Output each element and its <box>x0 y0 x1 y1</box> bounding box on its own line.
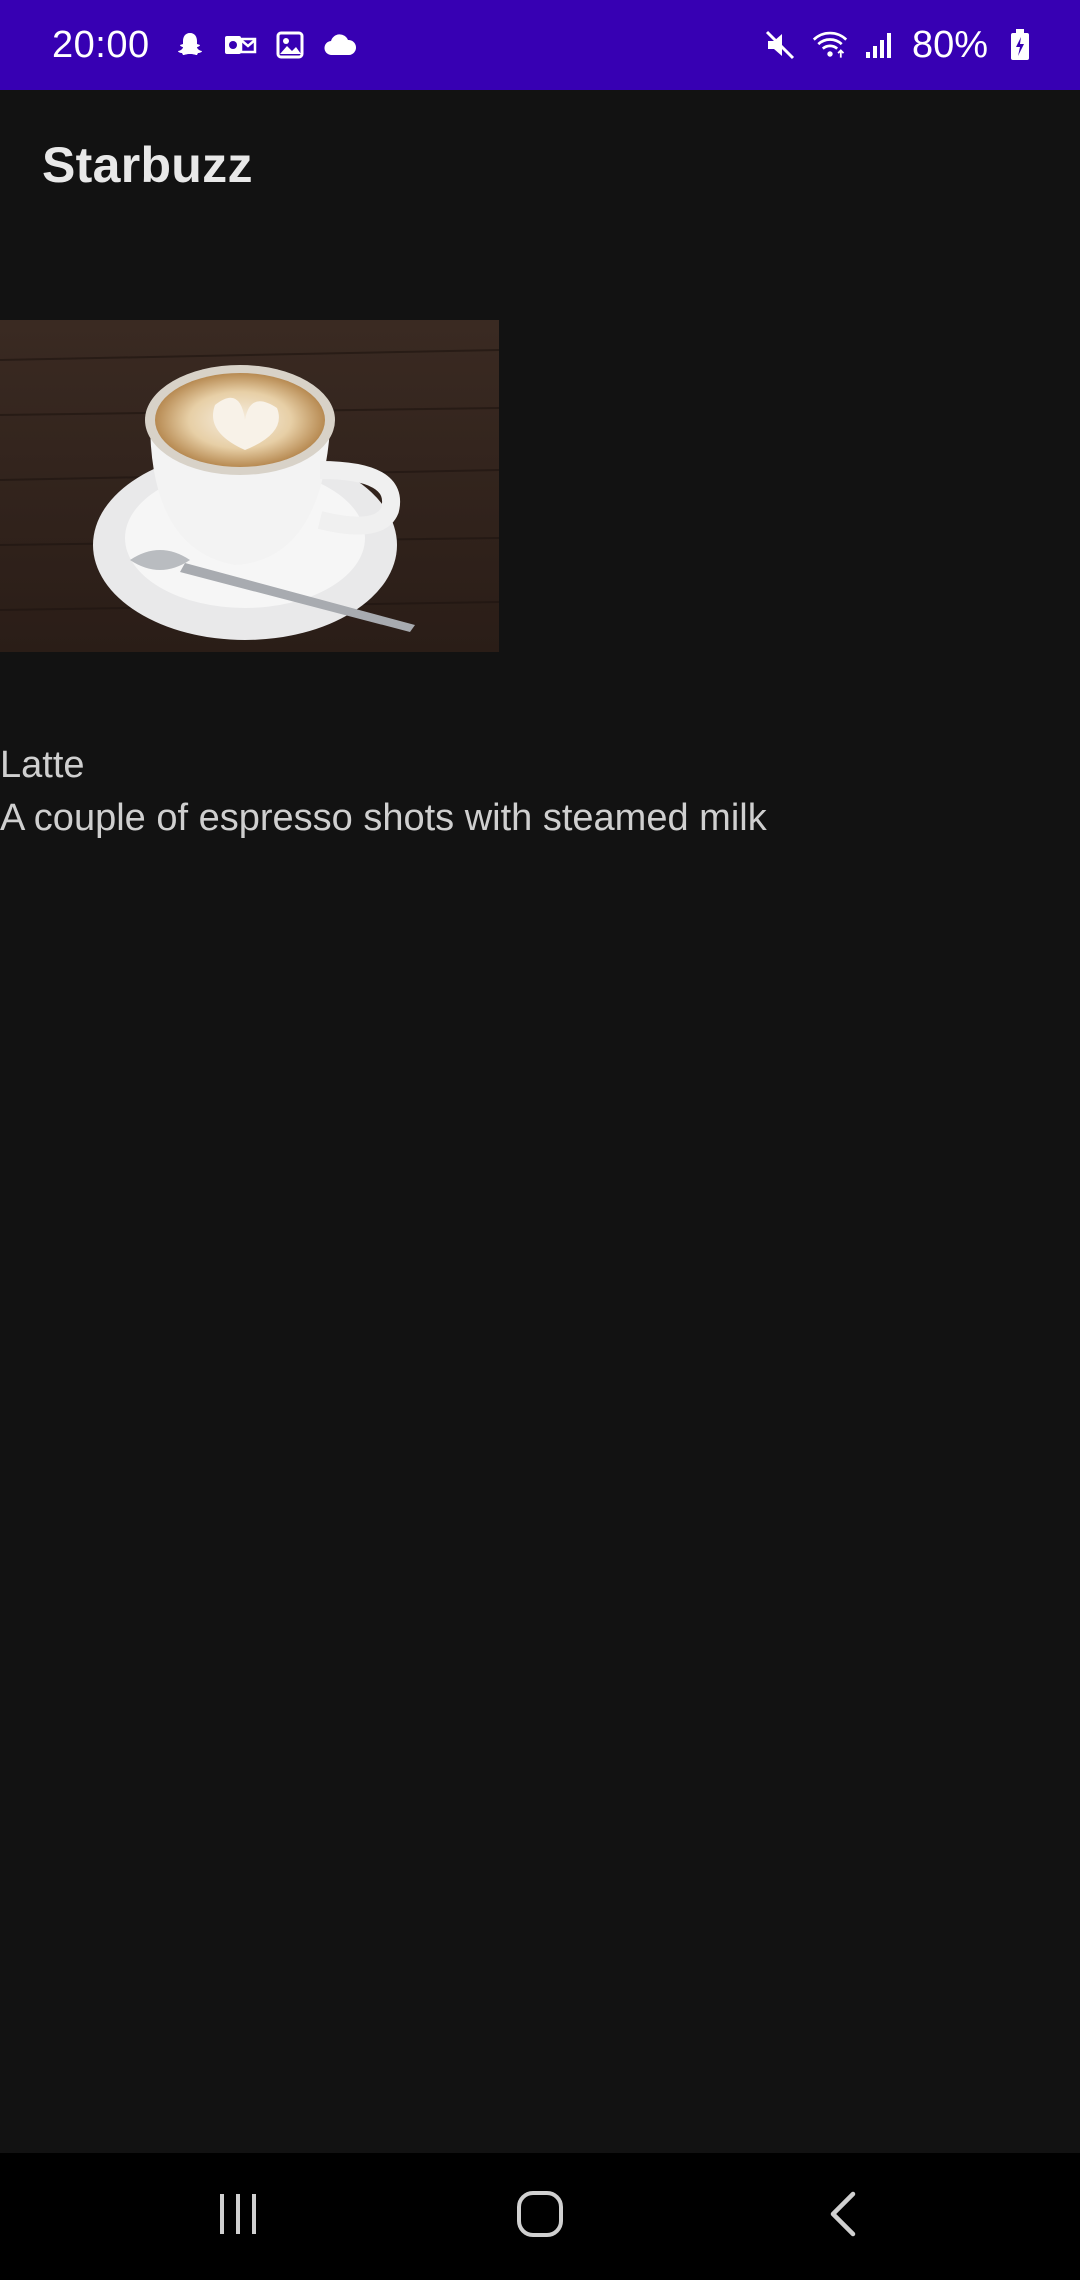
battery-percent: 80% <box>911 23 988 66</box>
battery-icon <box>1002 27 1038 63</box>
back-button[interactable] <box>763 2153 923 2280</box>
latte-photo <box>0 320 499 652</box>
drink-name: Latte <box>0 744 85 786</box>
status-right: 80% <box>762 24 1038 67</box>
navigation-bar <box>0 2153 1080 2280</box>
recent-apps-button[interactable] <box>158 2153 318 2280</box>
home-button[interactable] <box>460 2153 620 2280</box>
recent-apps-icon <box>214 2192 262 2241</box>
gallery-icon <box>272 27 308 63</box>
drink-description: A couple of espresso shots with steamed … <box>0 797 767 839</box>
status-time: 20:00 <box>52 23 150 66</box>
back-icon <box>825 2190 861 2243</box>
app-bar: Starbuzz <box>0 90 1080 240</box>
screen: 20:00 80% Starbuzz Latte A couple of esp… <box>0 0 1080 2280</box>
signal-icon <box>862 27 898 63</box>
outlook-icon <box>222 27 258 63</box>
snapchat-icon <box>172 27 208 63</box>
mute-icon <box>762 27 798 63</box>
home-icon <box>515 2189 565 2244</box>
status-bar: 20:00 80% <box>0 0 1080 90</box>
cloud-icon <box>322 27 358 63</box>
app-title: Starbuzz <box>42 137 253 193</box>
wifi-icon <box>812 27 848 63</box>
status-left: 20:00 <box>52 24 358 67</box>
